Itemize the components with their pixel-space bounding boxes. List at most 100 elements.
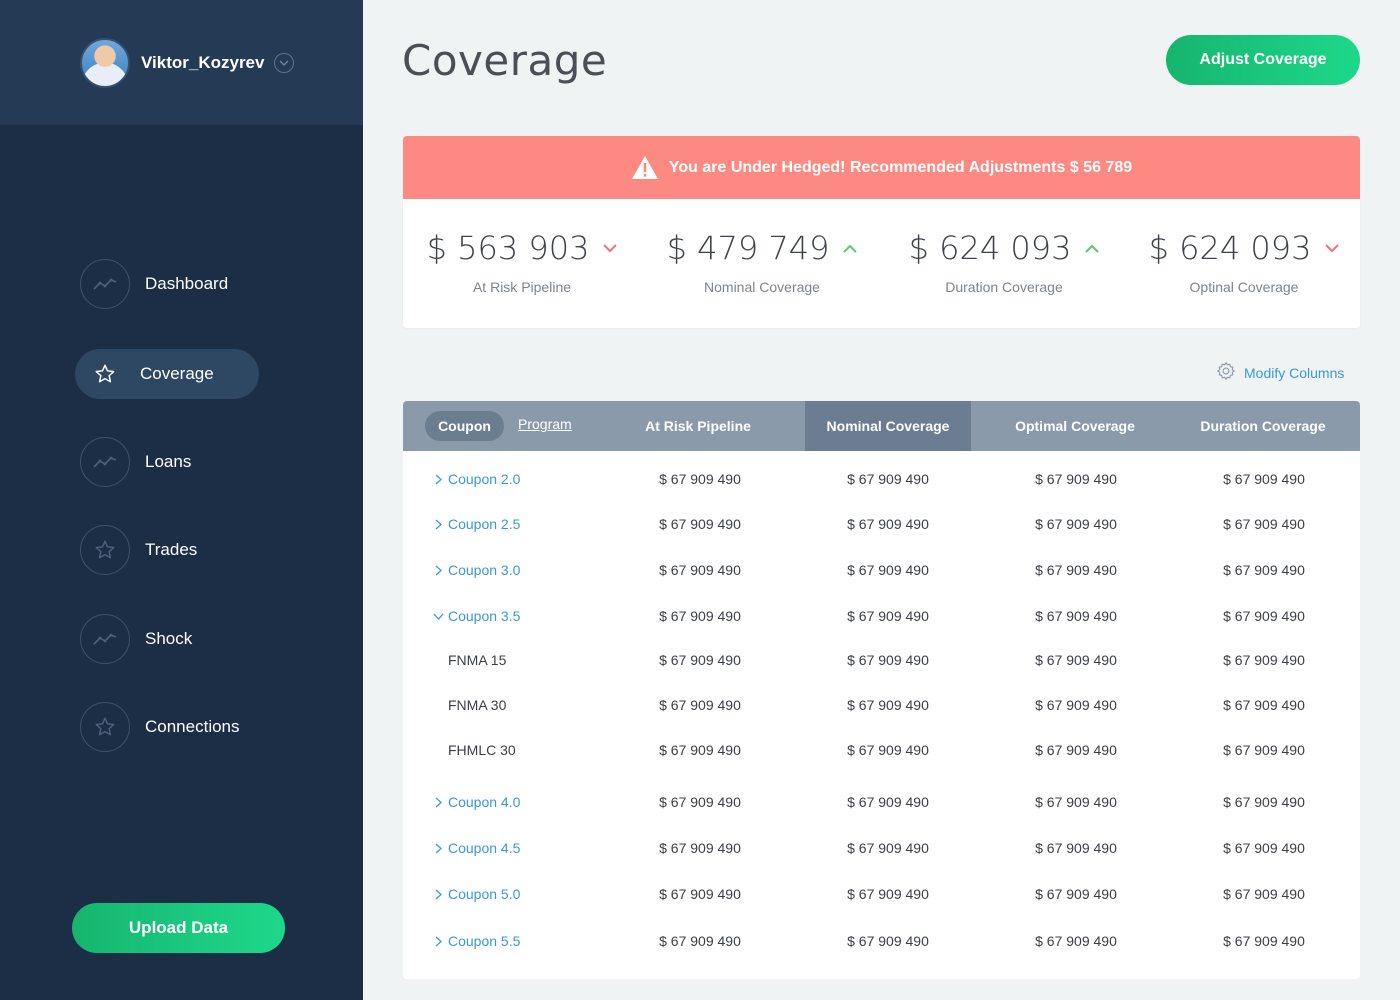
row-label: Coupon 2.0 xyxy=(448,471,521,487)
table-cell: $ 67 909 490 xyxy=(1035,562,1117,578)
star-icon xyxy=(80,702,130,752)
table-cell: $ 67 909 490 xyxy=(1035,933,1117,949)
warning-icon xyxy=(631,155,659,180)
stat-duration-coverage: $ 624 093 Duration Coverage xyxy=(884,229,1124,295)
trend-up-icon xyxy=(843,244,858,253)
column-header-optimal-coverage[interactable]: Optimal Coverage xyxy=(995,401,1155,451)
row-label: FHMLC 30 xyxy=(448,742,516,758)
user-menu-chevron-icon[interactable] xyxy=(274,52,295,73)
stat-label: Nominal Coverage xyxy=(704,279,820,295)
table-cell: $ 67 909 490 xyxy=(847,652,929,668)
sidebar: Viktor_Kozyrev Dashboard Coverage Loans xyxy=(0,0,363,1000)
chevron-right-icon xyxy=(433,474,448,485)
alert-text: You are Under Hedged! Recommended Adjust… xyxy=(668,158,1133,176)
sidebar-item-connections[interactable]: Connections xyxy=(75,702,259,752)
sidebar-item-shock[interactable]: Shock xyxy=(75,614,259,664)
table-row[interactable]: Coupon 3.5 $ 67 909 490 $ 67 909 490 $ 67 9… xyxy=(403,601,1360,631)
program-name: FNMA 30 xyxy=(448,690,506,720)
table-row[interactable]: Coupon 4.0 $ 67 909 490 $ 67 909 490 $ 67 9… xyxy=(403,787,1360,817)
sidebar-item-trades[interactable]: Trades xyxy=(75,525,259,575)
trend-down-icon xyxy=(1325,243,1340,253)
column-header-nominal-coverage[interactable]: Nominal Coverage xyxy=(805,401,971,451)
chevron-down-icon xyxy=(433,613,448,620)
stat-optinal-coverage: $ 624 093 Optinal Coverage xyxy=(1124,229,1364,295)
table-cell: $ 67 909 490 xyxy=(659,697,741,713)
table-cell: $ 67 909 490 xyxy=(1223,516,1305,532)
table-cell: $ 67 909 490 xyxy=(1223,697,1305,713)
table-cell: $ 67 909 490 xyxy=(1035,471,1117,487)
table-cell: $ 67 909 490 xyxy=(847,516,929,532)
table-cell: $ 67 909 490 xyxy=(1035,840,1117,856)
chevron-right-icon xyxy=(433,936,448,947)
table-cell: $ 67 909 490 xyxy=(659,608,741,624)
table-cell: $ 67 909 490 xyxy=(1035,608,1117,624)
stat-value: $ 479 749 xyxy=(666,229,830,267)
coupon-toggle[interactable]: Coupon 4.0 xyxy=(433,787,520,817)
trend-line-icon xyxy=(80,614,130,664)
table-cell: $ 67 909 490 xyxy=(659,933,741,949)
coupon-toggle[interactable]: Coupon 5.5 xyxy=(433,926,520,956)
modify-columns-link[interactable]: Modify Columns xyxy=(1216,361,1344,384)
table-cell: $ 67 909 490 xyxy=(1223,886,1305,902)
avatar[interactable] xyxy=(80,37,130,88)
tab-coupon[interactable]: Coupon xyxy=(425,411,504,441)
table-cell: $ 67 909 490 xyxy=(847,933,929,949)
chevron-right-icon xyxy=(433,843,448,854)
trend-up-icon xyxy=(1085,244,1100,253)
chevron-right-icon xyxy=(433,889,448,900)
table-row[interactable]: Coupon 4.5 $ 67 909 490 $ 67 909 490 $ 67 9… xyxy=(403,833,1360,863)
adjust-coverage-button[interactable]: Adjust Coverage xyxy=(1166,35,1360,85)
sidebar-item-dashboard[interactable]: Dashboard xyxy=(75,259,259,309)
coupon-toggle[interactable]: Coupon 2.5 xyxy=(433,509,520,539)
star-icon xyxy=(80,525,130,575)
modify-columns-label: Modify Columns xyxy=(1244,364,1345,381)
table-cell: $ 67 909 490 xyxy=(1035,794,1117,810)
sidebar-item-label: Trades xyxy=(145,540,198,559)
coupon-toggle[interactable]: Coupon 3.0 xyxy=(433,555,520,585)
sidebar-item-label: Shock xyxy=(145,629,193,648)
table-cell: $ 67 909 490 xyxy=(1223,840,1305,856)
row-label: Coupon 2.5 xyxy=(448,516,521,532)
row-label: FNMA 15 xyxy=(448,652,507,668)
table-cell: $ 67 909 490 xyxy=(847,697,929,713)
coupon-toggle[interactable]: Coupon 2.0 xyxy=(433,464,520,494)
username: Viktor_Kozyrev xyxy=(141,52,265,72)
table-cell: $ 67 909 490 xyxy=(847,886,929,902)
star-icon xyxy=(80,349,130,399)
upload-data-button[interactable]: Upload Data xyxy=(72,903,285,953)
sidebar-item-loans[interactable]: Loans xyxy=(75,437,259,487)
table-subrow: FNMA 30 $ 67 909 490 $ 67 909 490 $ 67 909 … xyxy=(403,690,1360,720)
table-row[interactable]: Coupon 2.5 $ 67 909 490 $ 67 909 490 $ 67 9… xyxy=(403,509,1360,539)
table-cell: $ 67 909 490 xyxy=(1223,562,1305,578)
table-cell: $ 67 909 490 xyxy=(1223,608,1305,624)
table-cell: $ 67 909 490 xyxy=(847,742,929,758)
row-label: Coupon 4.5 xyxy=(448,840,521,856)
row-label: Coupon 5.5 xyxy=(448,933,521,949)
table-cell: $ 67 909 490 xyxy=(847,562,929,578)
trend-line-icon xyxy=(80,259,130,309)
table-cell: $ 67 909 490 xyxy=(1035,697,1117,713)
sidebar-item-label: Loans xyxy=(145,452,192,471)
coupon-toggle[interactable]: Coupon 5.0 xyxy=(433,879,520,909)
table-cell: $ 67 909 490 xyxy=(1223,742,1305,758)
trend-down-icon xyxy=(603,243,618,253)
table-row[interactable]: Coupon 2.0 $ 67 909 490 $ 67 909 490 $ 67 9… xyxy=(403,464,1360,494)
row-label: Coupon 4.0 xyxy=(448,794,521,810)
column-header-duration-coverage[interactable]: Duration Coverage xyxy=(1183,401,1343,451)
coverage-table: Coupon Program At Risk Pipeline Nominal … xyxy=(403,401,1360,979)
sidebar-item-coverage[interactable]: Coverage xyxy=(75,349,259,399)
table-cell: $ 67 909 490 xyxy=(847,840,929,856)
tab-program[interactable]: Program xyxy=(518,416,572,432)
table-row[interactable]: Coupon 5.5 $ 67 909 490 $ 67 909 490 $ 67 9… xyxy=(403,926,1360,956)
table-row[interactable]: Coupon 5.0 $ 67 909 490 $ 67 909 490 $ 67 9… xyxy=(403,879,1360,909)
coupon-toggle[interactable]: Coupon 4.5 xyxy=(433,833,520,863)
table-subrow: FHMLC 30 $ 67 909 490 $ 67 909 490 $ 67 909… xyxy=(403,735,1360,765)
stat-value: $ 624 093 xyxy=(908,229,1072,267)
stat-value: $ 624 093 xyxy=(1148,229,1312,267)
table-row[interactable]: Coupon 3.0 $ 67 909 490 $ 67 909 490 $ 67 9… xyxy=(403,555,1360,585)
column-header-at-risk-pipeline[interactable]: At Risk Pipeline xyxy=(618,401,778,451)
table-cell: $ 67 909 490 xyxy=(1223,794,1305,810)
stat-nominal-coverage: $ 479 749 Nominal Coverage xyxy=(642,229,882,295)
coupon-toggle[interactable]: Coupon 3.5 xyxy=(433,601,520,631)
table-cell: $ 67 909 490 xyxy=(847,471,929,487)
